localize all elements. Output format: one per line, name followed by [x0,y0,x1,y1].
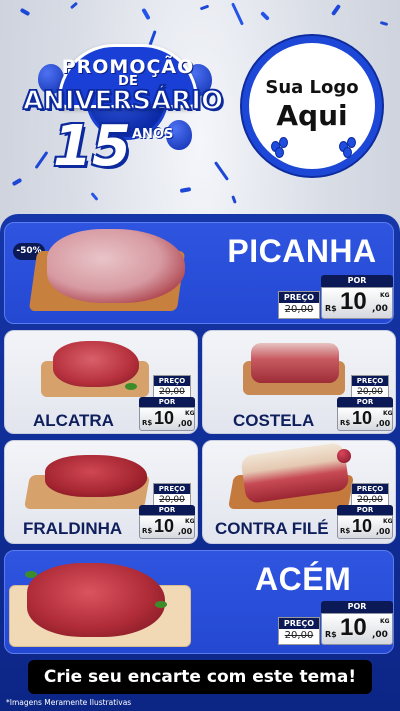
old-price: 20,00 [284,630,314,641]
new-price-tag: POR R$ 10 KG ,00 [139,505,195,539]
price-display: R$ 10 KG ,00 [337,407,393,431]
alcatra-meat-image [53,341,139,387]
product-name: COSTELA [233,411,315,430]
price-integer: 10 [340,614,367,641]
currency-label: R$ [142,419,153,427]
price-integer: 10 [352,408,373,428]
old-price-tag: PREÇO 20,00 [153,483,191,507]
price-display: R$ 10 KG ,00 [139,515,195,539]
old-price-tag: PREÇO 20,00 [278,291,320,319]
product-card-contra-file[interactable]: CONTRA FILÉ PREÇO 20,00 POR R$ 10 KG ,00 [202,440,396,544]
logo-placeholder: Sua Logo Aqui [242,36,382,176]
old-price-tag: PREÇO 20,00 [278,617,320,645]
onion-garnish-icon [337,449,351,463]
por-label: POR [321,601,393,613]
product-name: PICANHA [227,233,377,269]
herb-garnish-icon [155,601,167,608]
preco-label: PREÇO [154,484,190,494]
currency-label: R$ [325,304,337,313]
currency-label: R$ [142,527,153,535]
product-name: ALCATRA [33,411,114,430]
price-cents: ,00 [178,527,193,536]
unit-label: KG [383,410,393,417]
preco-label: PREÇO [279,618,319,629]
price-cents: ,00 [376,527,391,536]
unit-label: KG [185,410,195,417]
balloon-icon [275,147,284,158]
currency-label: R$ [340,419,351,427]
product-name: CONTRA FILÉ [215,519,329,538]
logo-text-line1: Sua Logo [265,77,359,98]
header-banner: PROMOÇÃO DE ANIVERSÁRIO 15 ANOS Sua Logo… [0,0,400,210]
currency-label: R$ [340,527,351,535]
new-price-tag: POR R$ 10 KG ,00 [337,397,393,431]
unit-label: KG [380,292,390,299]
product-card-alcatra[interactable]: ALCATRA PREÇO 20,00 POR R$ 10 KG ,00 [4,330,198,434]
new-price-tag: POR R$ 10 KG ,00 [337,505,393,539]
price-integer: 10 [154,516,175,536]
acem-meat-image [27,563,165,637]
price-integer: 10 [352,516,373,536]
new-price-tag: POR R$ 10 KG ,00 [321,275,393,319]
herb-garnish-icon [125,383,137,390]
old-price-tag: PREÇO 20,00 [351,483,389,507]
new-price-tag: POR R$ 10 KG ,00 [139,397,195,431]
costela-meat-image [251,343,339,383]
price-integer: 10 [154,408,175,428]
logo-text-line2: Aqui [276,99,348,132]
preco-label: PREÇO [352,376,388,386]
cta-banner[interactable]: Crie seu encarte com este tema! [28,660,372,694]
price-display: R$ 10 KG ,00 [321,613,393,645]
price-display: R$ 10 KG ,00 [139,407,195,431]
confetti-decoration [231,2,244,26]
anniversary-number: 15 [53,114,131,179]
price-integer: 10 [340,288,367,315]
confetti-decoration [260,11,270,21]
price-cents: ,00 [178,419,193,428]
herb-garnish-icon [25,571,37,578]
product-card-acem[interactable]: ACÉM PREÇO 20,00 POR R$ 10 KG ,00 [4,550,394,654]
confetti-decoration [19,7,31,17]
disclaimer-text: *Imagens Meramente Ilustrativas [6,698,132,707]
por-label: POR [139,505,195,515]
new-price-tag: POR R$ 10 KG ,00 [321,601,393,645]
fraldinha-meat-image [45,455,147,497]
unit-label: KG [185,518,195,525]
preco-label: PREÇO [352,484,388,494]
confetti-decoration [69,1,79,10]
confetti-decoration [330,3,342,17]
confetti-decoration [379,21,389,26]
aniversario-word: ANIVERSÁRIO [22,85,224,117]
preco-label: PREÇO [154,376,190,386]
balloon-icon [343,147,352,158]
por-label: POR [337,397,393,407]
anniversary-emblem: PROMOÇÃO DE ANIVERSÁRIO 15 ANOS [8,34,238,204]
product-card-fraldinha[interactable]: FRALDINHA PREÇO 20,00 POR R$ 10 KG ,00 [4,440,198,544]
por-label: POR [337,505,393,515]
old-price-tag: PREÇO 20,00 [351,375,389,399]
price-cents: ,00 [376,419,391,428]
picanha-meat-image [47,229,185,303]
currency-label: R$ [325,630,337,639]
por-label: POR [139,397,195,407]
old-price-tag: PREÇO 20,00 [153,375,191,399]
por-label: POR [321,275,393,287]
product-name: FRALDINHA [23,519,123,538]
old-price: 20,00 [284,304,314,315]
product-card-costela[interactable]: COSTELA PREÇO 20,00 POR R$ 10 KG ,00 [202,330,396,434]
unit-label: KG [380,618,390,625]
preco-label: PREÇO [279,292,319,303]
price-cents: ,00 [372,630,388,640]
product-card-picanha[interactable]: -50% PICANHA PREÇO 20,00 POR R$ 10 KG ,0… [4,222,394,324]
price-display: R$ 10 KG ,00 [337,515,393,539]
anos-word: ANOS [132,127,174,142]
unit-label: KG [383,518,393,525]
confetti-decoration [199,4,210,11]
price-display: R$ 10 KG ,00 [321,287,393,319]
product-name: ACÉM [255,561,352,597]
price-cents: ,00 [372,304,388,314]
confetti-decoration [141,7,151,21]
